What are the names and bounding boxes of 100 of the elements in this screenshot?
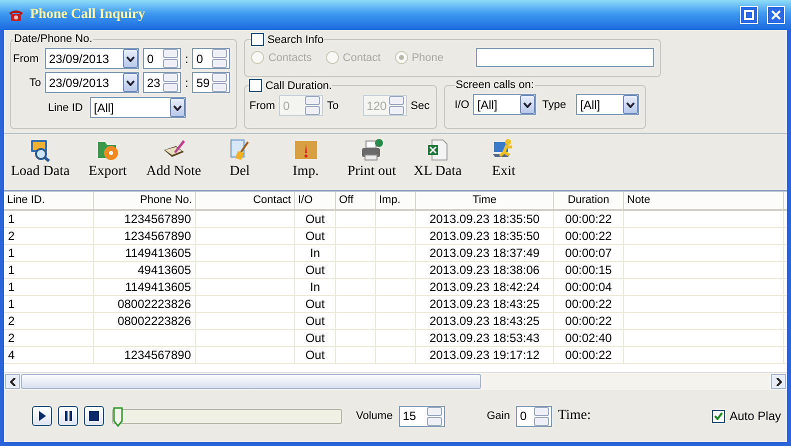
table-cell: 1149413605 (125, 246, 191, 260)
toolbar-button[interactable]: Exit (472, 138, 535, 190)
table-cell: 1234567890 (124, 212, 191, 226)
column-header[interactable]: I/O (295, 192, 336, 209)
table-cell: 1 (8, 263, 15, 277)
column-header[interactable]: Off (336, 192, 376, 209)
close-button[interactable] (767, 6, 785, 24)
table-cell: In (310, 280, 320, 294)
table-cell: 1149413605 (125, 280, 191, 294)
checkmark-icon (714, 412, 723, 420)
table-cell: 2 (8, 229, 15, 243)
chevron-down-icon (626, 102, 636, 108)
table-cell: 1234567890 (124, 348, 191, 362)
table-cell: 2013.09.23 18:43:25 (429, 297, 540, 311)
toolbar-button[interactable]: Del (208, 138, 271, 190)
hour-spinbox[interactable]: 0 (143, 48, 181, 69)
line-id-label: Line ID (48, 102, 83, 114)
table-cell: 2013.09.23 18:37:49 (429, 246, 540, 260)
table-cell: 49413605 (138, 263, 191, 277)
auto-play-checkbox[interactable]: Auto Play (712, 409, 781, 423)
column-header[interactable]: Imp. (376, 192, 416, 209)
to-label: To (327, 100, 339, 112)
table-cell: 2013.09.23 18:53:43 (429, 331, 540, 345)
chevron-down-icon (126, 80, 135, 86)
column-header[interactable]: Phone No. (94, 192, 196, 209)
gain-spinbox[interactable]: 0 (516, 406, 552, 426)
table-cell: 00:02:40 (565, 331, 612, 345)
time-separator: : (185, 76, 188, 90)
table-cell: 2 (8, 331, 15, 345)
volume-spinbox[interactable]: 15 (398, 406, 445, 426)
chevron-right-icon (776, 378, 782, 386)
pause-button[interactable] (58, 406, 78, 426)
horizontal-scrollbar[interactable] (4, 372, 787, 390)
close-icon (771, 10, 781, 20)
minute-spinbox[interactable]: 0 (192, 48, 230, 69)
group-legend: Date/Phone No. (13, 33, 94, 45)
play-icon (38, 411, 46, 421)
column-header[interactable]: Contact (196, 192, 295, 209)
table-cell: Out (305, 263, 325, 277)
table-cell: 00:00:22 (565, 314, 612, 328)
toolbar-button[interactable]: Print out (340, 138, 403, 190)
table-cell: 2013.09.23 18:35:50 (429, 212, 540, 226)
toolbar-button[interactable]: Load Data (8, 138, 73, 190)
toolbar-button[interactable]: Add Note (142, 138, 205, 190)
hour-spinbox[interactable]: 23 (143, 72, 181, 93)
toolbar-button[interactable]: Imp. (274, 138, 337, 190)
slider-thumb[interactable] (113, 406, 123, 426)
table-cell: 00:00:15 (565, 263, 612, 277)
table-cell: Out (305, 348, 325, 362)
line-id-dropdown[interactable]: [All] (90, 97, 186, 118)
table-cell: 00:00:22 (565, 212, 612, 226)
table-cell: Out (305, 297, 325, 311)
table-cell: 00:00:22 (565, 297, 612, 311)
from-label: From (13, 52, 40, 64)
magnifier-monitor-icon (28, 138, 52, 162)
chevron-down-icon (523, 102, 532, 108)
minute-spinbox[interactable]: 59 (192, 72, 230, 93)
from-label: From (249, 100, 276, 112)
to-date-picker[interactable]: 23/09/2013 (45, 72, 139, 93)
stop-button[interactable] (84, 406, 104, 426)
spreadsheet-icon (426, 138, 450, 162)
time-separator: : (185, 52, 188, 66)
to-label: To (28, 76, 41, 88)
scroll-left-button[interactable] (5, 374, 20, 389)
play-button[interactable] (32, 406, 52, 426)
search-info-checkbox[interactable]: Search Info (251, 33, 324, 46)
column-header[interactable]: Duration (554, 192, 624, 209)
printer-icon (360, 138, 384, 162)
table-cell: 1 (8, 246, 15, 260)
table-cell: 2013.09.23 18:42:24 (429, 280, 540, 294)
table-cell: 2013.09.23 19:17:12 (429, 348, 540, 362)
chevron-down-icon (172, 104, 182, 110)
table-cell: 2 (8, 314, 15, 328)
io-label: I/O (454, 98, 470, 110)
table-cell: 2013.09.23 18:43:25 (429, 314, 540, 328)
chevron-left-icon (10, 378, 16, 386)
scroll-thumb[interactable] (21, 374, 481, 389)
table-cell: 4 (8, 348, 15, 362)
table-cell: 08002223826 (118, 314, 191, 328)
column-header[interactable]: Time (416, 192, 554, 209)
type-dropdown[interactable]: [All] (576, 94, 640, 115)
scroll-right-button[interactable] (771, 374, 786, 389)
toolbar-button[interactable]: XL Data (406, 138, 469, 190)
column-header[interactable]: Note (624, 192, 784, 209)
window-title: Phone Call Inquiry (30, 7, 146, 23)
column-header[interactable]: Line ID. (4, 192, 94, 209)
from-date-picker[interactable]: 23/09/2013 (45, 48, 139, 69)
table-cell: 1 (8, 297, 15, 311)
table-cell: Out (305, 314, 325, 328)
table-cell: Out (305, 331, 325, 345)
table-cell: 00:00:07 (565, 246, 612, 260)
table-cell: 1234567890 (124, 229, 191, 243)
time-label: Time: (558, 408, 591, 424)
io-dropdown[interactable]: [All] (473, 94, 536, 115)
search-field[interactable] (476, 48, 654, 67)
volume-label: Volume (356, 410, 393, 422)
maximize-button[interactable] (740, 6, 758, 24)
table-cell: In (310, 246, 320, 260)
table-cell: 08002223826 (118, 297, 191, 311)
toolbar-button[interactable]: Export (76, 138, 139, 190)
